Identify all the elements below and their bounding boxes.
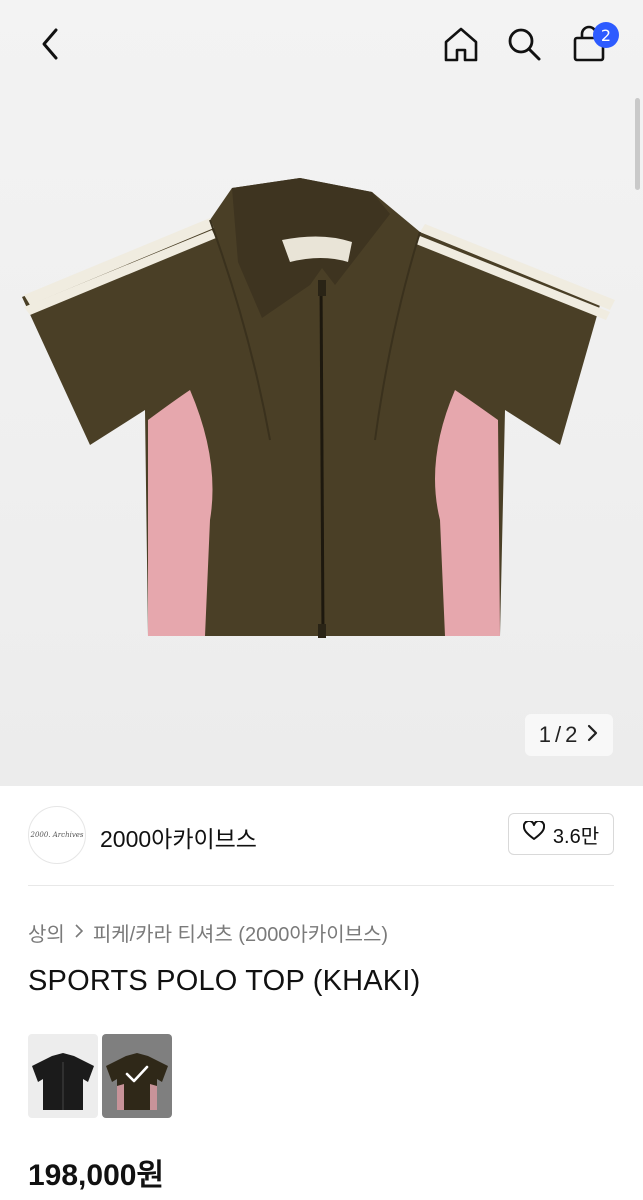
check-icon bbox=[124, 1064, 150, 1089]
top-nav: 2 bbox=[0, 0, 643, 100]
breadcrumb: 상의 피케/카라 티셔츠 (2000아카이브스) bbox=[28, 918, 388, 947]
product-title: SPORTS POLO TOP (KHAKI) bbox=[28, 965, 421, 997]
pager-separator: / bbox=[554, 722, 562, 747]
scroll-indicator[interactable] bbox=[635, 98, 640, 190]
brand-logo[interactable]: 2000. Archives bbox=[28, 806, 86, 864]
chevron-right-icon bbox=[587, 722, 599, 748]
chevron-left-icon bbox=[38, 26, 62, 67]
product-image[interactable]: 1/2 bbox=[0, 0, 643, 786]
polo-shirt-image bbox=[22, 178, 615, 638]
brand-logo-text: 2000. Archives bbox=[30, 831, 84, 839]
gallery-pager[interactable]: 1/2 bbox=[525, 714, 613, 756]
search-icon bbox=[504, 24, 544, 69]
black-shirt-thumbnail bbox=[32, 1053, 94, 1110]
color-options bbox=[28, 1034, 172, 1118]
color-option-black[interactable] bbox=[28, 1034, 98, 1118]
color-option-khaki[interactable] bbox=[102, 1034, 172, 1118]
cart-count-badge: 2 bbox=[593, 22, 619, 48]
search-button[interactable] bbox=[500, 22, 548, 70]
heart-icon bbox=[522, 819, 545, 847]
like-button[interactable]: 3.6만 bbox=[508, 813, 614, 855]
cart-button[interactable]: 2 bbox=[565, 22, 619, 70]
back-button[interactable] bbox=[26, 22, 74, 70]
brand-name[interactable]: 2000아카이브스 bbox=[100, 820, 257, 854]
like-count: 3.6만 bbox=[552, 825, 600, 848]
breadcrumb-category[interactable]: 상의 bbox=[28, 918, 65, 947]
chevron-right-icon bbox=[75, 921, 83, 944]
selected-check bbox=[102, 1034, 172, 1118]
pager-total: 2 bbox=[565, 722, 578, 747]
breadcrumb-subcategory[interactable]: 피케/카라 티셔츠 (2000아카이브스) bbox=[93, 918, 388, 947]
home-button[interactable] bbox=[437, 22, 485, 70]
pager-current: 1 bbox=[538, 722, 551, 747]
product-price: 198,000원 bbox=[28, 1159, 165, 1192]
brand-row[interactable]: 2000. Archives 2000아카이브스 3.6만 bbox=[28, 806, 614, 864]
home-icon bbox=[441, 24, 481, 69]
divider bbox=[28, 885, 614, 886]
